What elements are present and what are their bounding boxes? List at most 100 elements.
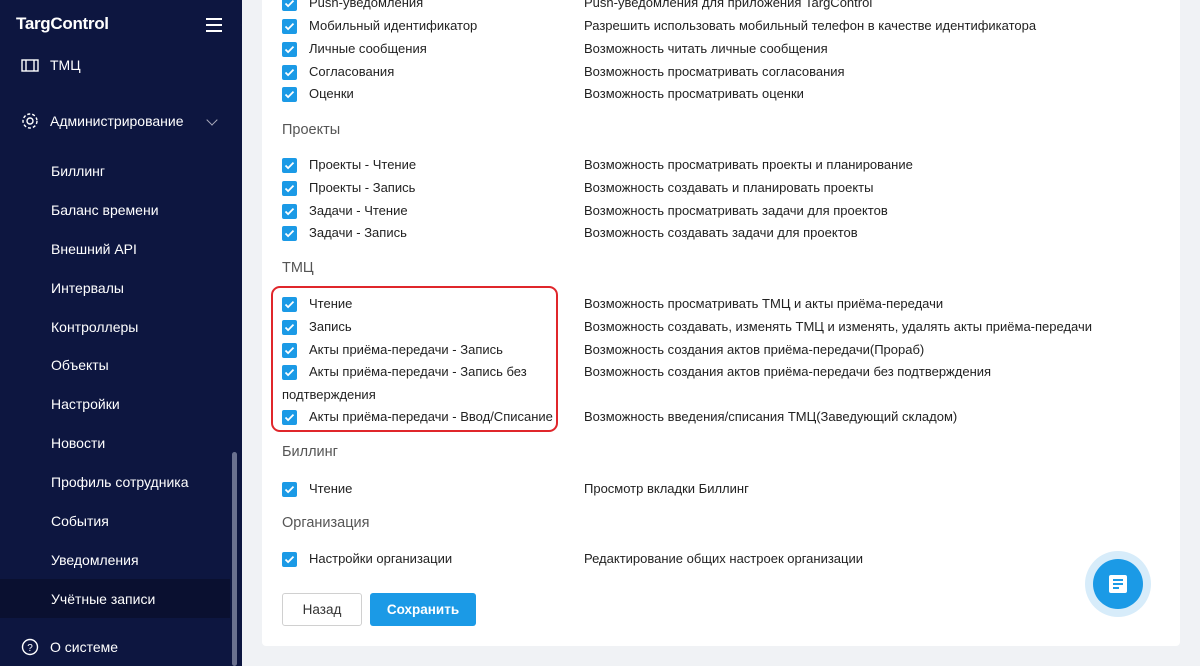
permission-checkbox[interactable] [282, 158, 297, 173]
permission-checkbox[interactable] [282, 65, 297, 80]
sidebar-item-tmc[interactable]: ТМЦ [0, 45, 230, 84]
permission-name: Чтение [309, 296, 353, 311]
permission-checkbox[interactable] [282, 410, 297, 425]
permission-description: Возможность создавать, изменять ТМЦ и из… [584, 319, 1093, 334]
check-icon [284, 555, 295, 564]
sidebar-subitem-settings[interactable]: Настройки [0, 384, 230, 423]
permission-name: Согласования [309, 64, 395, 79]
check-icon [284, 0, 295, 8]
help-circle-icon: ? [21, 638, 39, 655]
permission-checkbox[interactable] [282, 204, 297, 219]
sidebar-subitem-time-balance[interactable]: Баланс времени [0, 190, 230, 229]
permission-checkbox[interactable] [282, 482, 297, 497]
permission-row: Настройки организации Редактирование общ… [282, 551, 1162, 573]
permission-checkbox[interactable] [282, 297, 297, 312]
permission-checkbox[interactable] [282, 87, 297, 102]
sidebar-subitem-objects[interactable]: Объекты [0, 345, 230, 384]
permission-description: Возможность просматривать задачи для про… [584, 203, 888, 218]
permission-row: Мобильный идентификатор Разрешить исполь… [282, 18, 1162, 40]
sidebar-subitem-notifications[interactable]: Уведомления [0, 540, 230, 579]
permission-row: Чтение Возможность просматривать ТМЦ и а… [282, 296, 1162, 318]
permission-checkbox[interactable] [282, 19, 297, 34]
permission-name: Мобильный идентификатор [309, 18, 478, 33]
permission-row: Задачи - Чтение Возможность просматриват… [282, 203, 1162, 225]
permission-row: Согласования Возможность просматривать с… [282, 64, 1162, 86]
permission-row: Задачи - Запись Возможность создавать за… [282, 225, 1162, 247]
permission-checkbox[interactable] [282, 0, 297, 11]
check-icon [284, 485, 295, 494]
sidebar-item-administration[interactable]: Администрирование [0, 101, 230, 140]
section-title-projects: Проекты [282, 122, 341, 138]
sidebar-subitem-controllers[interactable]: Контроллеры [0, 307, 230, 346]
sidebar-item-about[interactable]: ? О системе [0, 627, 230, 666]
permission-checkbox[interactable] [282, 552, 297, 567]
permission-checkbox[interactable] [282, 42, 297, 57]
sidebar-item-label: ТМЦ [50, 56, 81, 73]
permission-description: Возможность читать личные сообщения [584, 41, 828, 56]
permission-name: Задачи - Запись [309, 225, 407, 240]
sidebar-subitem-label: События [51, 512, 109, 529]
check-icon [284, 22, 295, 31]
sidebar-subitem-label: Настройки [51, 395, 120, 412]
permission-description: Push-уведомления для приложения TargCont… [584, 0, 873, 10]
permission-name: Push-уведомления [309, 0, 424, 10]
sidebar-item-label: О системе [50, 638, 119, 655]
sidebar-item-label: Администрирование [50, 112, 184, 129]
sidebar-subitem-label: Баланс времени [51, 201, 159, 218]
back-button[interactable]: Назад [282, 593, 362, 626]
check-icon [284, 323, 295, 332]
permission-checkbox[interactable] [282, 226, 297, 241]
notes-icon [1109, 575, 1127, 593]
menu-toggle-icon[interactable] [206, 18, 222, 32]
permission-description: Редактирование общих настроек организаци… [584, 551, 863, 566]
sidebar-subitem-news[interactable]: Новости [0, 423, 230, 462]
permission-description: Возможность просматривать ТМЦ и акты при… [584, 296, 944, 311]
permission-name: Проекты - Чтение [309, 157, 417, 172]
sidebar-subitem-events[interactable]: События [0, 501, 230, 540]
sidebar-subitem-external-api[interactable]: Внешний API [0, 229, 230, 268]
floating-action-button[interactable] [1085, 551, 1151, 617]
check-icon [284, 161, 295, 170]
permission-row: Push-уведомления Push-уведомления для пр… [282, 0, 1162, 17]
permission-description: Возможность создавать задачи для проекто… [584, 225, 858, 240]
sidebar-subitem-label: Внешний API [51, 240, 137, 257]
permission-description: Возможность создания актов приёма-переда… [584, 364, 992, 379]
permission-row: Акты приёма-передачи - Ввод/Списание Воз… [282, 409, 1162, 431]
sidebar-subitem-label: Интервалы [51, 279, 124, 296]
svg-text:?: ? [27, 643, 33, 654]
permission-name: Настройки организации [309, 551, 453, 566]
check-icon [284, 207, 295, 216]
permission-name: Проекты - Запись [309, 180, 416, 195]
permission-checkbox[interactable] [282, 343, 297, 358]
permission-name: Акты приёма-передачи - Ввод/Списание [309, 409, 553, 424]
sidebar-subitem-intervals[interactable]: Интервалы [0, 268, 230, 307]
save-button[interactable]: Сохранить [370, 593, 476, 626]
sidebar-scrollbar[interactable] [232, 452, 237, 666]
permission-checkbox[interactable] [282, 181, 297, 196]
sidebar-subitem-billing[interactable]: Биллинг [0, 151, 230, 190]
permission-row: Проекты - Запись Возможность создавать и… [282, 180, 1162, 202]
sidebar-subitem-label: Контроллеры [51, 318, 139, 335]
section-title-tmc: ТМЦ [282, 260, 314, 276]
app-logo: TargControl [16, 14, 109, 33]
permission-name: Чтение [309, 481, 353, 496]
check-icon [284, 45, 295, 54]
sidebar-subitem-accounts[interactable]: Учётные записи [0, 579, 230, 618]
permission-checkbox[interactable] [282, 320, 297, 335]
permission-description: Возможность создавать и планировать прое… [584, 180, 874, 195]
fab-inner [1093, 559, 1143, 609]
sidebar-subitem-label: Объекты [51, 356, 109, 373]
check-icon [284, 184, 295, 193]
sidebar-subitem-label: Профиль сотрудника [51, 473, 189, 490]
permission-row: Оценки Возможность просматривать оценки [282, 86, 1162, 108]
permission-description: Возможность просматривать проекты и план… [584, 157, 913, 172]
check-icon [284, 413, 295, 422]
check-icon [284, 346, 295, 355]
check-icon [284, 229, 295, 238]
gear-icon [22, 112, 38, 129]
sidebar-subitem-employee-profile[interactable]: Профиль сотрудника [0, 462, 230, 501]
chevron-down-icon [206, 114, 218, 126]
permission-row: Личные сообщения Возможность читать личн… [282, 41, 1162, 63]
permission-description: Возможность просматривать согласования [584, 64, 845, 79]
section-title-billing: Биллинг [282, 444, 338, 460]
